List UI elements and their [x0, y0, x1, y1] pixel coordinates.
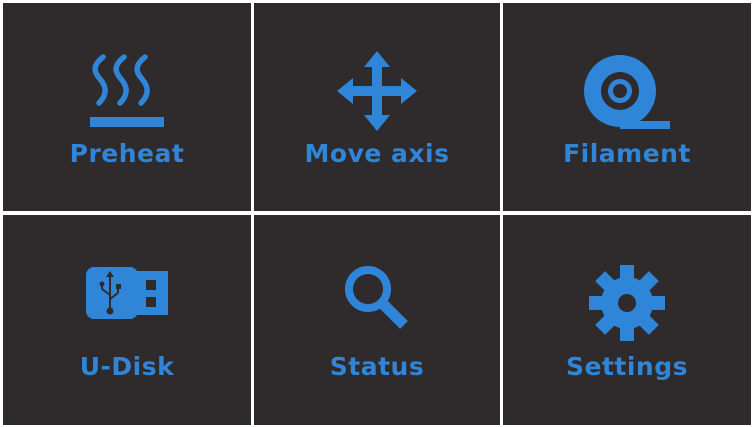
filament-button[interactable]: Filament	[503, 3, 751, 211]
settings-label: Settings	[565, 352, 688, 381]
preheat-label: Preheat	[69, 139, 185, 168]
status-label: Status	[329, 352, 425, 381]
status-button[interactable]: Status	[254, 215, 500, 425]
filament-label: Filament	[563, 139, 691, 168]
usb-icon	[86, 267, 168, 319]
preheat-button[interactable]: Preheat	[3, 3, 251, 211]
move-axis-label: Move axis	[304, 139, 450, 168]
settings-button[interactable]: Settings	[503, 215, 751, 425]
main-menu-screen: Preheat Move axis Filament U-Disk Status…	[0, 0, 753, 427]
filament-icon	[584, 55, 670, 129]
move-axis-icon	[337, 51, 417, 131]
move-axis-button[interactable]: Move axis	[254, 3, 500, 211]
u-disk-button[interactable]: U-Disk	[3, 215, 251, 425]
search-icon	[345, 266, 408, 329]
preheat-icon	[90, 54, 164, 127]
gear-icon	[589, 265, 665, 341]
u-disk-label: U-Disk	[79, 352, 175, 381]
